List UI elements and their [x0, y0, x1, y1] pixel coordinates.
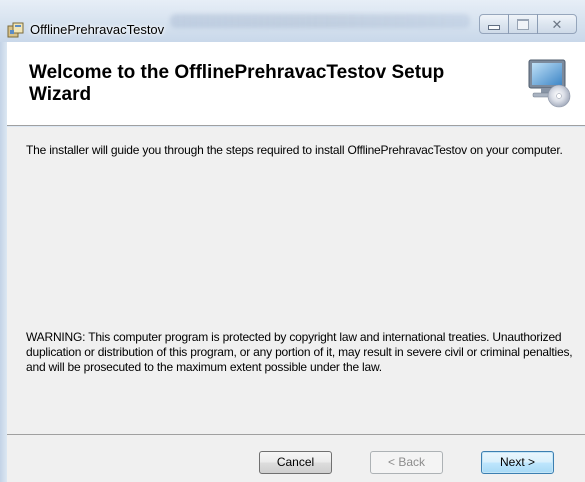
close-icon: ✕ — [551, 16, 563, 32]
wizard-body: The installer will guide you through the… — [7, 127, 585, 434]
minimize-button[interactable] — [479, 14, 509, 34]
minimize-icon — [488, 24, 500, 30]
copyright-warning: WARNING: This computer program is protec… — [26, 330, 573, 374]
close-button[interactable]: ✕ — [537, 14, 577, 34]
cancel-button[interactable]: Cancel — [259, 451, 332, 474]
wizard-footer: Cancel < Back Next > — [7, 434, 585, 482]
wizard-header: Welcome to the OfflinePrehravacTestov Se… — [7, 42, 585, 126]
window-border — [0, 42, 7, 482]
caption-buttons: ✕ — [479, 14, 577, 34]
maximize-button[interactable] — [508, 14, 538, 34]
computer-cd-icon — [527, 58, 573, 108]
installer-window: OfflinePrehravacTestov ✕ Welcome to the … — [0, 0, 585, 482]
back-button[interactable]: < Back — [370, 451, 443, 474]
background-blur — [170, 14, 470, 28]
title-bar[interactable]: OfflinePrehravacTestov ✕ — [0, 0, 585, 42]
maximize-icon — [517, 18, 529, 30]
window-title: OfflinePrehravacTestov — [30, 22, 165, 37]
installer-app-icon[interactable] — [7, 22, 25, 38]
intro-text: The installer will guide you through the… — [26, 143, 563, 157]
page-title: Welcome to the OfflinePrehravacTestov Se… — [29, 62, 445, 105]
next-button[interactable]: Next > — [481, 451, 554, 474]
